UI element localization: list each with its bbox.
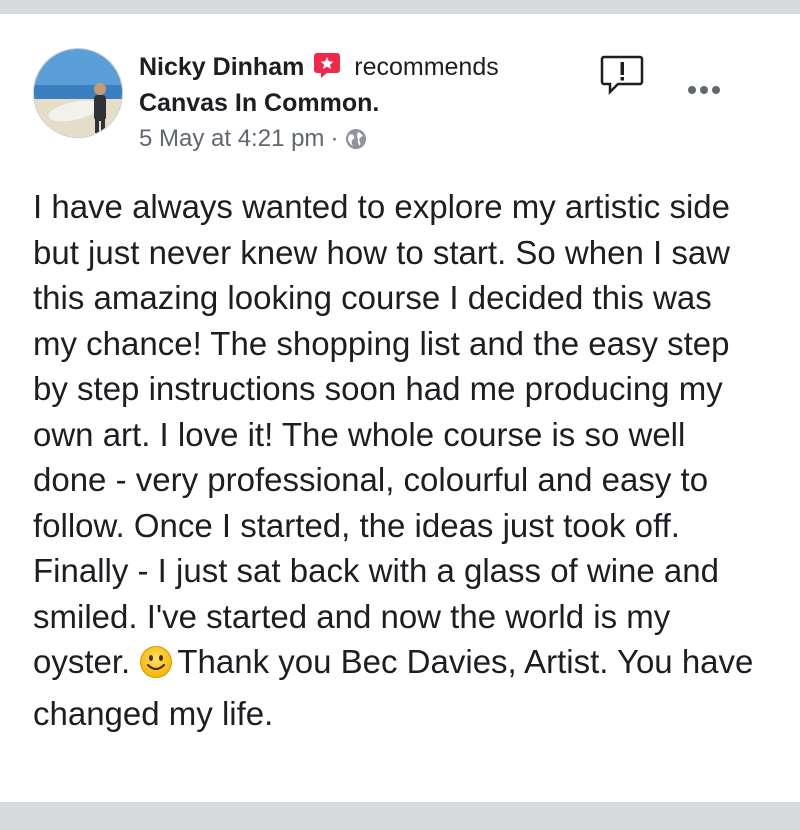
- post-meta: 5 May at 4:21 pm ·: [139, 122, 368, 161]
- recommends-label: recommends: [354, 53, 499, 81]
- recommended-page-link[interactable]: Canvas In Common.: [139, 86, 379, 120]
- more-options-icon: [688, 86, 720, 94]
- report-button[interactable]: [600, 54, 644, 96]
- recommend-star-icon: [313, 51, 341, 88]
- avatar-photo: [34, 49, 122, 137]
- post-timestamp[interactable]: 5 May at 4:21 pm: [139, 125, 324, 152]
- avatar[interactable]: [33, 48, 123, 138]
- report-icon: [600, 55, 644, 96]
- more-options-button[interactable]: [684, 78, 728, 102]
- smiley-emoji-icon: [139, 645, 173, 691]
- post-header: Nicky Dinham recommends: [139, 50, 570, 88]
- post-body: I have always wanted to explore my artis…: [33, 184, 763, 736]
- post-card: Nicky Dinham recommends Canvas In Common…: [0, 14, 800, 802]
- author-name[interactable]: Nicky Dinham: [139, 53, 304, 81]
- globe-icon: [344, 127, 368, 161]
- post-text-part1: I have always wanted to explore my artis…: [33, 188, 731, 680]
- meta-separator: ·: [330, 125, 339, 152]
